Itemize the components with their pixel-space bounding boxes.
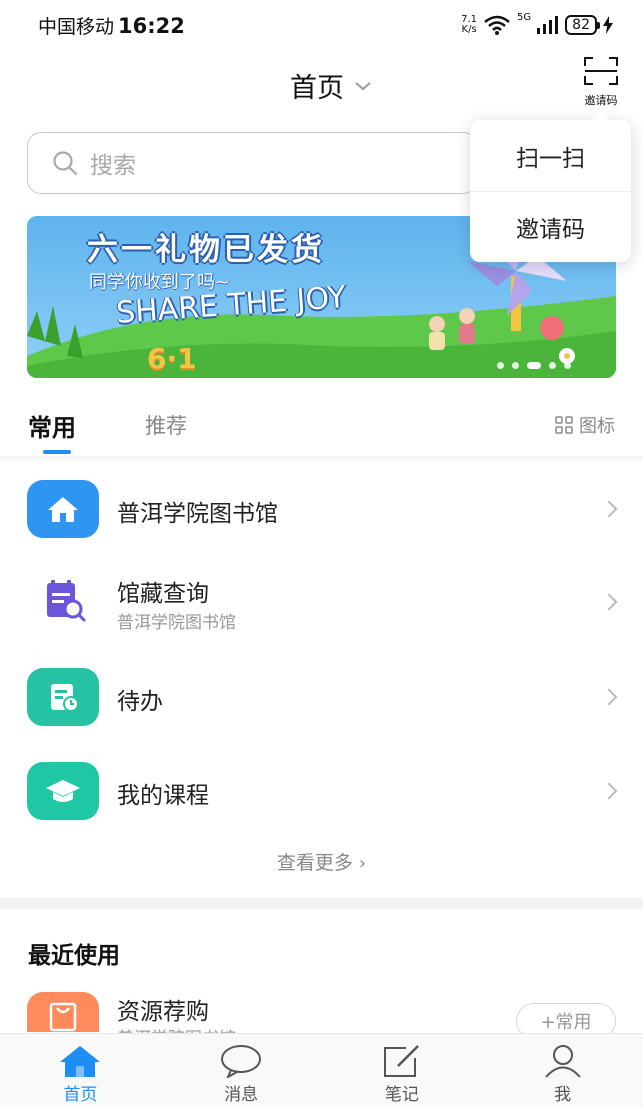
chevron-right-icon: › [358,853,367,874]
scan-invite-button[interactable]: 邀请码 [576,56,626,114]
item-title: 普洱学院图书馆 [117,501,278,527]
tabbar-label: 消息 [224,1085,259,1105]
banner-pagination [497,362,571,369]
chevron-right-icon [600,688,618,706]
tab-recommend[interactable]: 推荐 [145,410,187,440]
menu-item-invite-code[interactable]: 邀请码 [470,191,631,262]
scan-button-label: 邀请码 [584,94,618,107]
note-icon [383,1045,419,1077]
message-icon [221,1045,262,1078]
pagination-dot-active [527,362,541,369]
see-more-link[interactable]: 查看更多 › [0,848,643,875]
pagination-dot [564,362,571,369]
signal-icon [537,16,559,34]
list-item-catalog-search[interactable]: 馆藏查询 普洱学院图书馆 [0,556,643,646]
search-placeholder: 搜索 [90,153,136,179]
tabbar-label: 笔记 [384,1085,419,1105]
page-title-dropdown[interactable]: 首页 [290,66,372,105]
grid-icon [555,416,573,434]
icon-view-label: 图标 [579,416,615,437]
home-icon [27,480,99,538]
section-divider [0,897,643,909]
wifi-icon [484,15,510,35]
carrier-name: 中国移动 [38,16,115,38]
chevron-right-icon [600,782,618,800]
status-indicators: 7.1 K/s 5G 82 [461,12,613,38]
chevron-right-icon [600,500,618,518]
pagination-dot [549,362,556,369]
scan-icon [584,57,618,85]
bottom-tab-bar: 首页 消息 笔记 我 [0,1033,643,1107]
battery-level: 82 [572,17,590,33]
tabbar-label: 首页 [63,1085,98,1105]
menu-item-scan[interactable]: 扫一扫 [470,120,631,191]
list-item-my-courses[interactable]: 我的课程 [0,746,643,836]
tabbar-item-messages[interactable]: 消息 [161,1034,322,1107]
menu-item-label: 扫一扫 [516,145,585,172]
shopping-bag-icon [27,992,99,1032]
catalog-search-icon [27,572,99,630]
top-header: 首页 邀请码 [0,50,643,120]
network-type: 5G [517,12,532,23]
user-icon [544,1045,581,1078]
search-icon [53,151,78,176]
item-subtitle: 普洱学院图书馆 [117,613,236,633]
chevron-down-icon [355,81,371,90]
item-title: 我的课程 [117,783,209,809]
icon-view-toggle[interactable]: 图标 [555,412,615,438]
network-speed: 7.1 K/s [461,15,477,35]
banner-title: 六一礼物已发货 [87,232,325,268]
speed-unit: K/s [461,24,477,35]
tabs-shadow [0,456,643,462]
carrier-time: 中国移动 16:22 [38,12,185,39]
charging-icon [603,16,613,34]
search-input[interactable]: 搜索 [27,132,477,194]
active-tab-indicator [43,450,71,454]
clock: 16:22 [118,14,185,38]
battery-indicator: 82 [565,15,600,35]
page-title: 首页 [290,73,344,104]
item-title: 待办 [117,689,163,715]
tab-common[interactable]: 常用 [28,408,76,443]
popup-menu: 扫一扫 邀请码 [470,111,631,262]
section-tabs: 常用 推荐 图标 [0,400,643,456]
tabbar-item-notes[interactable]: 笔记 [322,1034,483,1107]
tabbar-label: 我 [554,1085,572,1105]
recent-section-title: 最近使用 [28,943,120,969]
status-bar: 中国移动 16:22 7.1 K/s 5G 82 [0,0,643,50]
chevron-right-icon [600,593,618,611]
list-item-todo[interactable]: 待办 [0,652,643,742]
list-item-library[interactable]: 普洱学院图书馆 [0,463,643,553]
menu-item-label: 邀请码 [516,217,585,243]
tabbar-item-home[interactable]: 首页 [0,1034,161,1107]
tabbar-item-me[interactable]: 我 [482,1034,643,1107]
pagination-dot [512,362,519,369]
item-title: 馆藏查询 [117,581,209,607]
home-icon [60,1046,101,1077]
pagination-dot [497,362,504,369]
see-more-label: 查看更多 [276,852,353,874]
recent-item-title: 资源荐购 [117,999,209,1025]
banner-badge: 6·1 [147,342,197,375]
todo-icon [27,668,99,726]
graduation-cap-icon [27,762,99,820]
